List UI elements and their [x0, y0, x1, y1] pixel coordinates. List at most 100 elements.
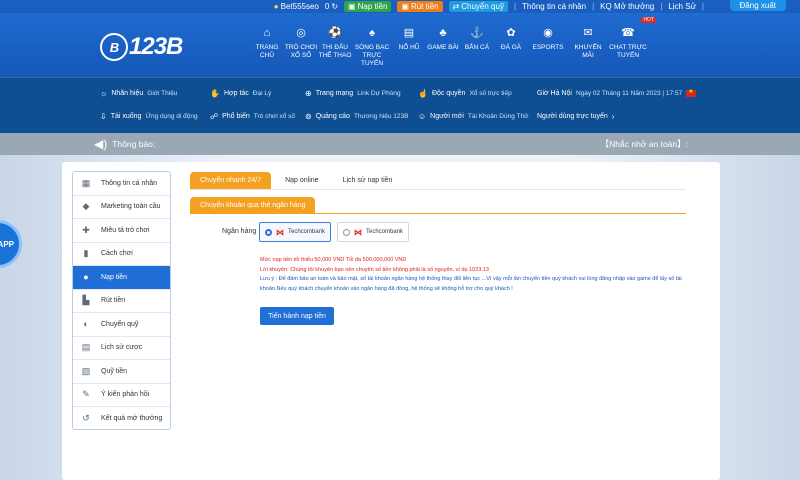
online-row: Người dùng trực tuyến › [537, 111, 615, 121]
book-icon: ▮ [83, 248, 89, 259]
nav-slot[interactable]: ▤ NỔ HŨ [392, 25, 426, 68]
logo-text: 123B [129, 33, 183, 60]
ads-row[interactable]: ⊚ Quảng cáo Thương hiệu 123B [305, 111, 408, 121]
nav-lottery[interactable]: ◎ TRÒ CHƠI XỔ SỐ [284, 25, 318, 68]
transfer-icon: ⇄ [452, 2, 460, 11]
profile-link[interactable]: Thông tin cá nhân [522, 2, 586, 11]
newbie-row[interactable]: ☺ Người mới Tài Khoản Dùng Thử [418, 111, 528, 121]
nav-promotion[interactable]: ✉ KHUYẾN MÃI [568, 25, 608, 68]
tab-online-deposit[interactable]: Nạp online [275, 172, 328, 189]
nav-cards[interactable]: ♣ GAME BÀI [426, 25, 460, 68]
bank-label: Ngân hàng [222, 228, 257, 235]
user-info[interactable]: ● Bet555seo [274, 2, 319, 11]
tab-deposit-history[interactable]: Lịch sử nạp tiền [333, 172, 403, 189]
deposit-icon: ▣ [348, 2, 356, 11]
radio-selected [265, 228, 272, 236]
withdraw-button[interactable]: ▣ Rút tiền [397, 1, 443, 12]
transfer-icon: ◐ [83, 319, 89, 330]
note-text-2: khoản.Nếu quý khách chuyển khoản vào ngâ… [260, 285, 513, 292]
sidebar-item-feedback[interactable]: ✎ Ý kiến phản hồi [73, 384, 170, 407]
techcombank-logo-icon: ⋈ [276, 227, 284, 237]
brand-icon: ☼ [100, 88, 108, 98]
main-nav: ⌂ TRANG CHỦ ◎ TRÒ CHƠI XỔ SỐ ⚽ THI ĐẤU THỂ TH… [250, 25, 648, 68]
profile-icon: ▦ [81, 177, 91, 188]
fund-icon: ▧ [81, 365, 91, 376]
download-icon: ⇩ [100, 111, 107, 121]
logo[interactable]: B 123B [100, 33, 183, 61]
sidebar-item-marketing[interactable]: ◆ Marketing toàn cầu [73, 196, 170, 219]
user-avatar-icon: ● [273, 2, 279, 11]
globe-icon: ⊕ [305, 88, 312, 98]
casino-icon: ♠ [369, 27, 375, 39]
sidebar-item-how-to-play[interactable]: ▮ Cách chơi [73, 243, 170, 266]
logout-button[interactable]: Đăng xuất [729, 0, 786, 11]
tab-quick-transfer[interactable]: Chuyển nhanh 24/7 [190, 172, 272, 189]
sidebar-item-results[interactable]: ↺ Kết quả mở thưởng [73, 407, 170, 431]
withdraw-icon: ▙ [82, 295, 90, 306]
user-icon: ☺ [418, 111, 427, 121]
piggy-bank-icon: ● [83, 272, 89, 283]
bank-option-techcombank-2[interactable]: ⋈ Techcombank [337, 222, 409, 242]
slot-icon: ▤ [403, 27, 415, 39]
nav-chat[interactable]: ☎ CHAT TRỰC TUYẾN [608, 25, 648, 68]
vietnam-flag-icon [686, 88, 697, 97]
nav-home[interactable]: ⌂ TRANG CHỦ [250, 25, 284, 68]
download-row[interactable]: ⇩ Tải xuống Ứng dụng di động [100, 111, 198, 121]
notice-bar: ◀) Thông báo: 【Nhắc nhở an toàn】: [0, 133, 800, 155]
nav-sports[interactable]: ⚽ THI ĐẤU THỂ THAO [318, 25, 352, 68]
bank-option-techcombank-1[interactable]: ⋈ Techcombank [259, 222, 331, 242]
result-icon: ↺ [82, 413, 90, 424]
sidebar-item-bet-history[interactable]: ▤ Lịch sử cược [73, 337, 170, 360]
thumbs-up-icon: ☝ [418, 88, 428, 98]
chevron-right-icon: › [611, 111, 615, 121]
radio-unselected [343, 228, 350, 236]
notice-label: Thông báo: [112, 139, 156, 149]
time-row: Giờ Hà Nội Ngày 02 Tháng 11 Năm 2023 | 17… [537, 88, 697, 98]
cock-icon: ✿ [506, 27, 516, 39]
deposit-button[interactable]: ▣ Nạp tiền [344, 1, 392, 12]
lottery-results-link[interactable]: KQ Mở thưởng [600, 2, 654, 11]
feedback-icon: ✎ [82, 389, 90, 400]
username: Bet555seo [280, 2, 319, 11]
sidebar-item-withdraw[interactable]: ▙ Rút tiền [73, 290, 170, 313]
sidebar-item-transfer[interactable]: ◐ Chuyển quỹ [73, 313, 170, 337]
ads-icon: ⊚ [305, 111, 312, 121]
chat-icon: ☎ [621, 27, 635, 39]
balance-value: 0 [324, 2, 330, 11]
spread-row[interactable]: ☍ Phổ biến Trò chơi xổ số [210, 111, 295, 121]
nav-esports[interactable]: ◉ ESPORTS [528, 25, 568, 68]
sidebar-item-game-desc[interactable]: ✚ Miêu tả trò chơi [73, 219, 170, 243]
exclusive-row[interactable]: ☝ Độc quyền Xổ số trực tiếp [418, 88, 528, 98]
sidebar-item-fund[interactable]: ▧ Quỹ tiền [73, 360, 170, 384]
sidebar-item-deposit[interactable]: ● Nạp tiền [73, 266, 170, 290]
subtab-bank-transfer[interactable]: Chuyển khoản qua thẻ ngân hàng [190, 197, 316, 213]
sidebar-item-profile[interactable]: ▦ Thông tin cá nhân [73, 172, 170, 196]
nav-casino[interactable]: ♠ SÒNG BẠC TRỰC TUYẾN [352, 25, 392, 68]
techcombank-logo-icon: ⋈ [354, 227, 362, 237]
submit-deposit-button[interactable]: Tiến hành nạp tiền [260, 307, 334, 325]
withdraw-icon: ▣ [401, 2, 409, 11]
partner-row[interactable]: ✋ Hợp tác Đại Lý [210, 88, 295, 98]
brand-row[interactable]: ☼ Nhãn hiệu Giới Thiệu [100, 88, 198, 98]
site-row[interactable]: ⊕ Trang mạng Link Dự Phòng [305, 88, 408, 98]
sports-icon: ⚽ [328, 27, 342, 39]
speaker-icon: ◀) [94, 137, 108, 151]
note-text-1: Lưu ý : Để đảm bảo an toàn và bảo mật, s… [260, 276, 682, 283]
lottery-icon: ◎ [296, 27, 306, 39]
advice-text: Lời khuyên: Chúng tôi khuyên bạn nên chu… [260, 266, 489, 273]
handshake-icon: ✋ [210, 88, 220, 98]
account-sidebar: ▦ Thông tin cá nhân ◆ Marketing toàn cầu ✚… [72, 171, 171, 430]
nav-fish[interactable]: ⚓ BẮN CÁ [460, 25, 494, 68]
main-header: B 123B ⌂ TRANG CHỦ ◎ TRÒ CHƠI XỔ SỐ ⚽ THI ĐẤU… [0, 13, 800, 77]
history-link[interactable]: Lịch Sử [668, 2, 696, 11]
refresh-icon[interactable]: ↻ [331, 2, 338, 11]
transfer-button[interactable]: ⇄ Chuyển quỹ [448, 1, 508, 12]
share-icon: ☍ [210, 111, 219, 121]
tab-divider [190, 189, 686, 190]
cards-icon: ♣ [439, 27, 447, 39]
nav-cock[interactable]: ✿ ĐÁ GÀ [494, 25, 528, 68]
deposit-limit-text: Mức nạp tiền tối thiểu 50,000 VND Tối đa… [260, 257, 407, 263]
diamond-icon: ◆ [82, 201, 90, 212]
fish-icon: ⚓ [470, 27, 484, 39]
subtab-divider [190, 213, 686, 214]
